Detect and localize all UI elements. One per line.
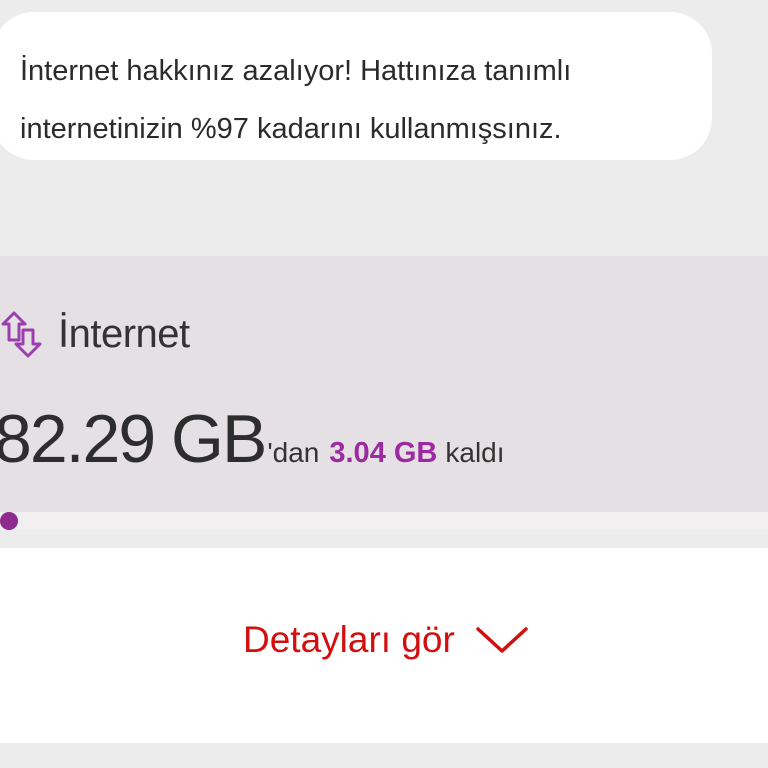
total-data-amount: 82.29 GB <box>0 401 267 477</box>
internet-card-header: İnternet <box>0 306 190 362</box>
remaining-data-amount: 3.04 GB <box>329 437 438 469</box>
usage-warning-message: İnternet hakkınız azalıyor! Hattınıza ta… <box>0 12 712 160</box>
warning-text-line-1: İnternet hakkınız azalıyor! Hattınıza ta… <box>20 55 572 87</box>
total-suffix: 'dan <box>267 437 320 468</box>
remaining-data-progress-bar <box>0 512 768 530</box>
usage-summary: 82.29 GB 'dan 3.04 GB kaldı <box>0 400 505 480</box>
remaining-data-progress-fill <box>0 512 18 530</box>
view-details-button[interactable]: Detayları gör <box>243 612 529 668</box>
view-details-label: Detayları gör <box>243 619 455 660</box>
data-transfer-arrows-icon <box>1 311 42 358</box>
warning-text-line-2: internetinizin %97 kadarını kullanmışsın… <box>20 113 562 145</box>
remaining-label: kaldı <box>445 437 505 468</box>
internet-card-title: İnternet <box>58 311 190 356</box>
chevron-down-icon <box>476 627 528 653</box>
